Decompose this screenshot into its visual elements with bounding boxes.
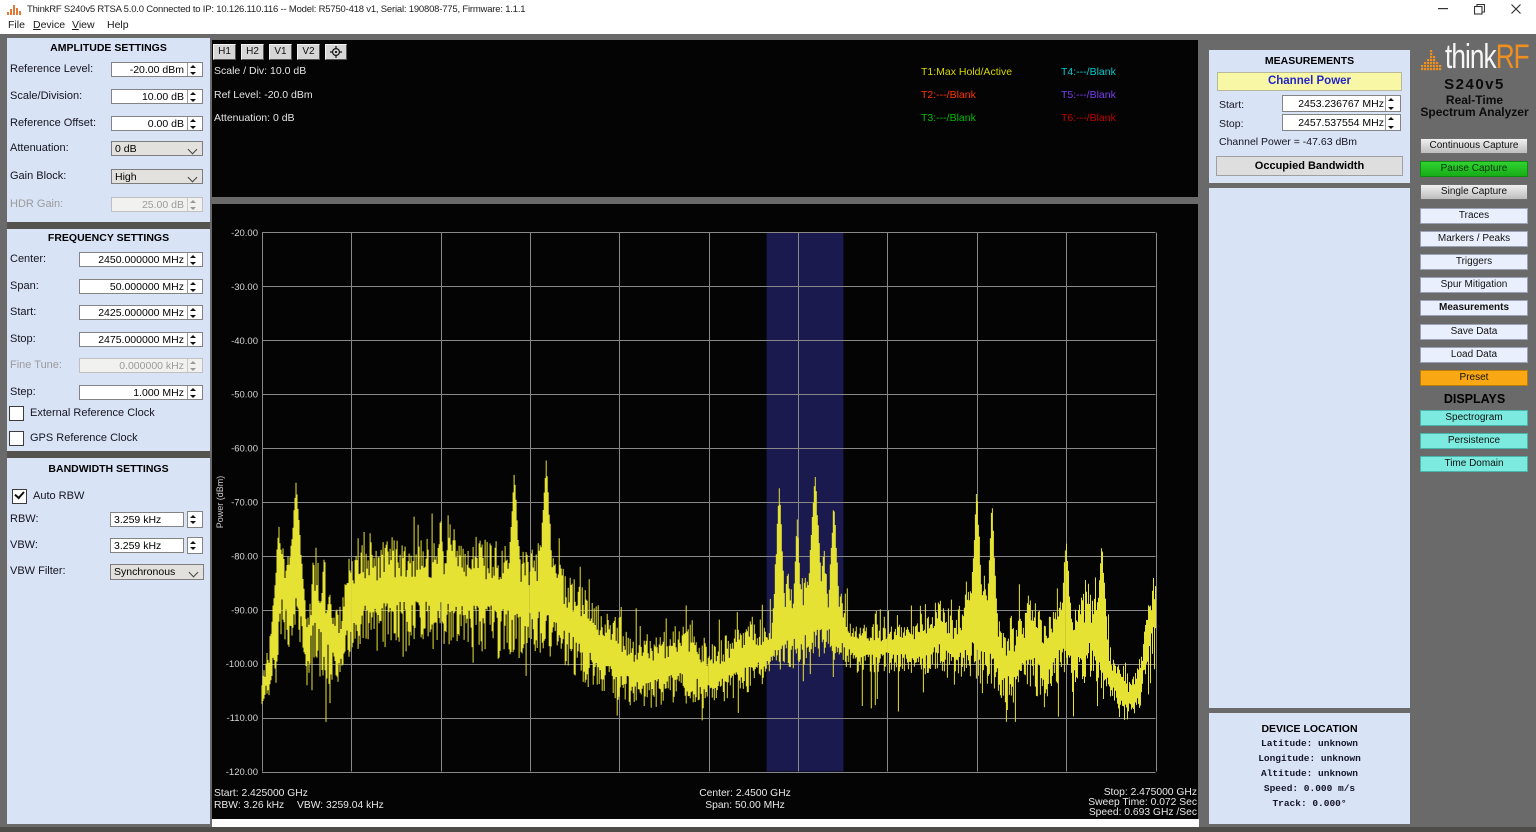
- svg-text:-40.00: -40.00: [231, 336, 258, 347]
- svg-text:-60.00: -60.00: [231, 444, 258, 455]
- svg-text:-70.00: -70.00: [231, 498, 258, 509]
- svg-text:-80.00: -80.00: [231, 551, 258, 562]
- svg-text:-30.00: -30.00: [231, 282, 258, 293]
- svg-text:-100.00: -100.00: [226, 659, 258, 670]
- svg-text:-120.00: -120.00: [226, 767, 258, 778]
- svg-text:Power (dBm): Power (dBm): [215, 476, 225, 529]
- svg-text:-90.00: -90.00: [231, 605, 258, 616]
- svg-text:-110.00: -110.00: [226, 713, 258, 724]
- svg-text:-50.00: -50.00: [231, 390, 258, 401]
- svg-text:-20.00: -20.00: [231, 228, 258, 239]
